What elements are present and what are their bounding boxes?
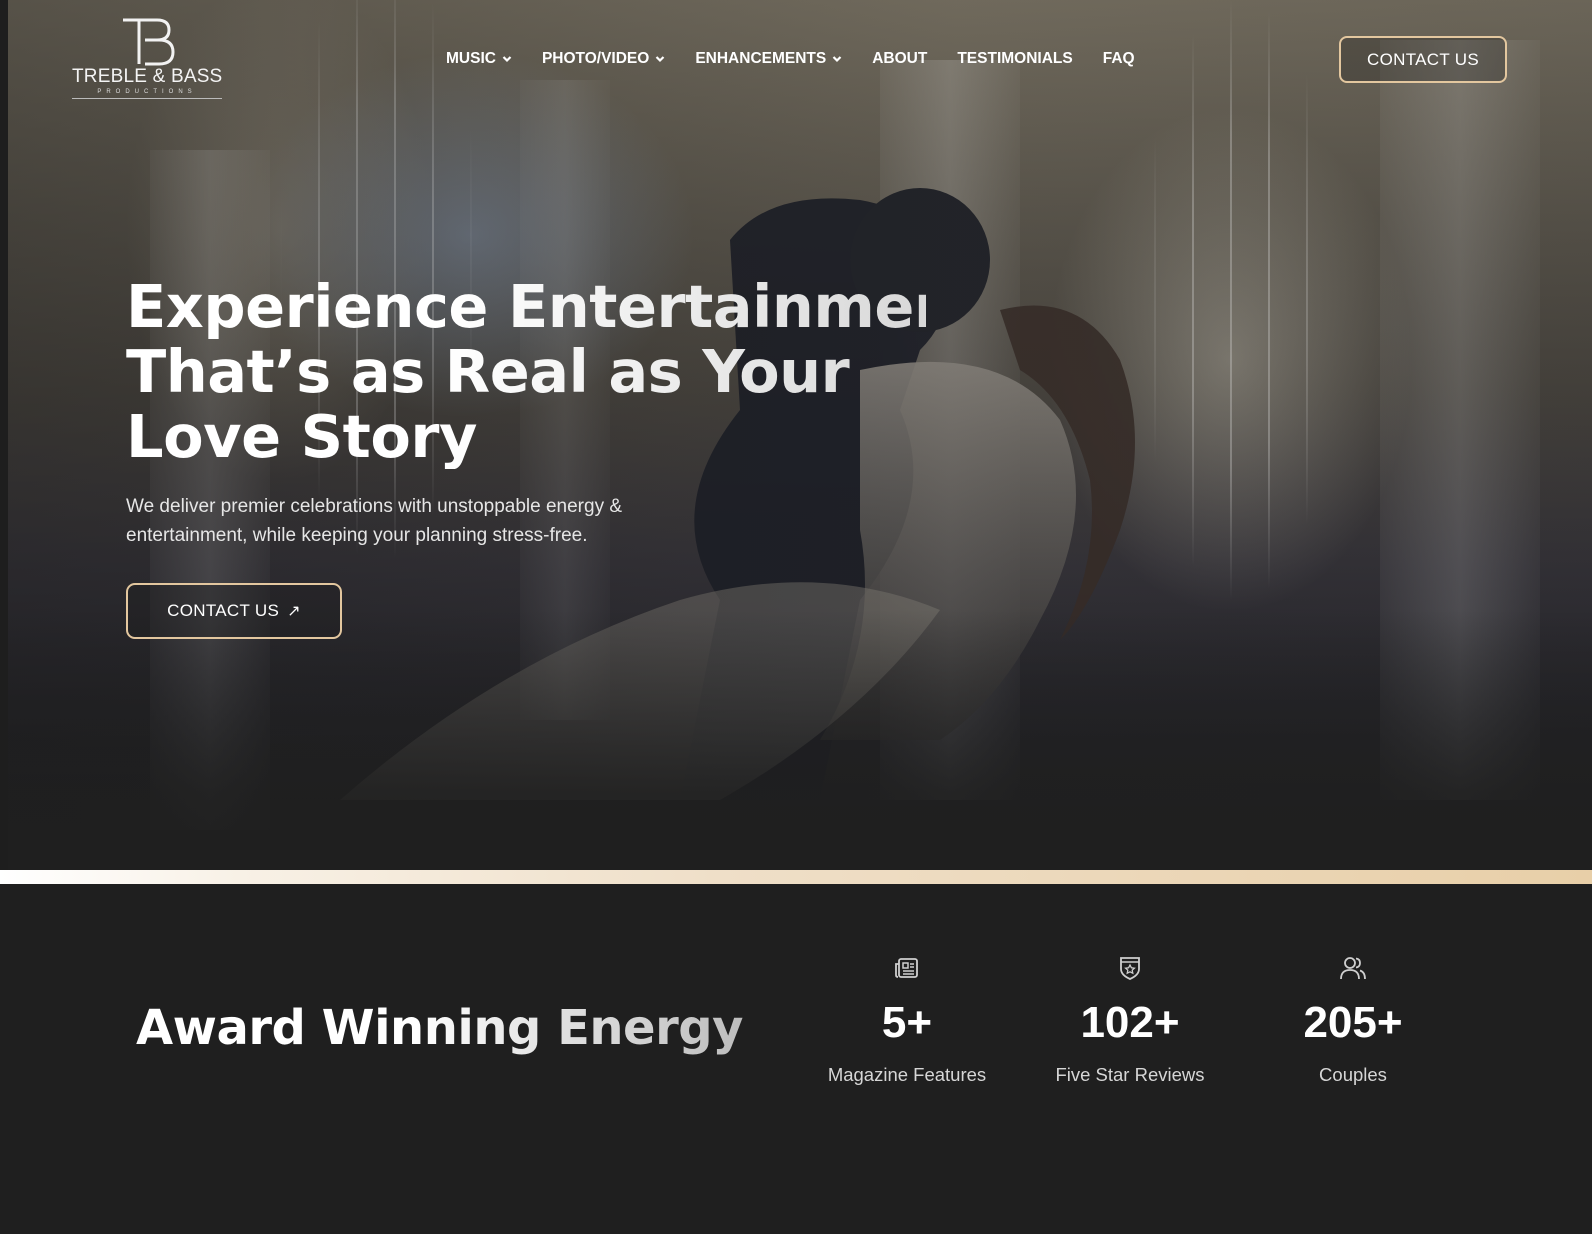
- newspaper-icon: [895, 958, 918, 978]
- nav-item-about[interactable]: ABOUT: [872, 50, 927, 68]
- chevron-down-icon: [502, 54, 512, 64]
- logo-tagline: PRODUCTIONS: [72, 88, 222, 99]
- hero-subtext: We deliver premier celebrations with uns…: [126, 496, 623, 546]
- stat-value: 5+: [881, 998, 933, 1047]
- badge-star-icon: [1120, 957, 1140, 980]
- hero-headline: Experience Entertainment That’s as Real …: [126, 272, 984, 469]
- logo-monogram-icon: [72, 14, 222, 66]
- stats-section: Award Winning Energy 5+ Magazine Feature…: [0, 884, 1592, 1234]
- arrow-up-right-icon: ↗: [287, 603, 301, 620]
- stat-five-star-reviews: 102+ Five Star Reviews: [1030, 954, 1230, 1086]
- stat-label: Couples: [1319, 1064, 1387, 1085]
- chevron-down-icon: [832, 54, 842, 64]
- hero-headline-line: Love Story: [126, 404, 926, 469]
- header-contact-button[interactable]: CONTACT US: [1339, 36, 1507, 83]
- stat-couples: 205+ Couples: [1253, 954, 1453, 1086]
- brand-logo[interactable]: TREBLE & BASS PRODUCTIONS: [72, 14, 222, 102]
- nav-item-faq[interactable]: FAQ: [1103, 50, 1135, 68]
- stat-value: 102+: [1080, 998, 1180, 1047]
- nav-item-music[interactable]: MUSIC: [446, 50, 512, 68]
- hero-headline-line: Experience Entertainment: [126, 272, 984, 341]
- hero-contact-button[interactable]: CONTACT US ↗: [126, 583, 342, 639]
- nav-item-photo-video[interactable]: PHOTO/VIDEO: [542, 50, 665, 68]
- stat-label: Five Star Reviews: [1055, 1064, 1205, 1085]
- logo-wordmark: TREBLE & BASS: [72, 66, 223, 87]
- chevron-down-icon: [655, 54, 665, 64]
- users-icon: [1340, 957, 1366, 980]
- stat-label: Magazine Features: [827, 1064, 987, 1085]
- hero-headline-line: That’s as Real as Your: [126, 339, 926, 404]
- stat-value: 205+: [1303, 998, 1403, 1047]
- stat-magazine-features: 5+ Magazine Features: [807, 954, 1007, 1086]
- stats-title: Award Winning Energy: [136, 1000, 743, 1056]
- nav-item-enhancements[interactable]: ENHANCEMENTS: [695, 50, 842, 68]
- nav-item-testimonials[interactable]: TESTIMONIALS: [957, 50, 1072, 68]
- gradient-divider: [0, 870, 1592, 884]
- main-nav: MUSIC PHOTO/VIDEO ENHANCEMENTS ABOUT TES…: [446, 48, 1165, 70]
